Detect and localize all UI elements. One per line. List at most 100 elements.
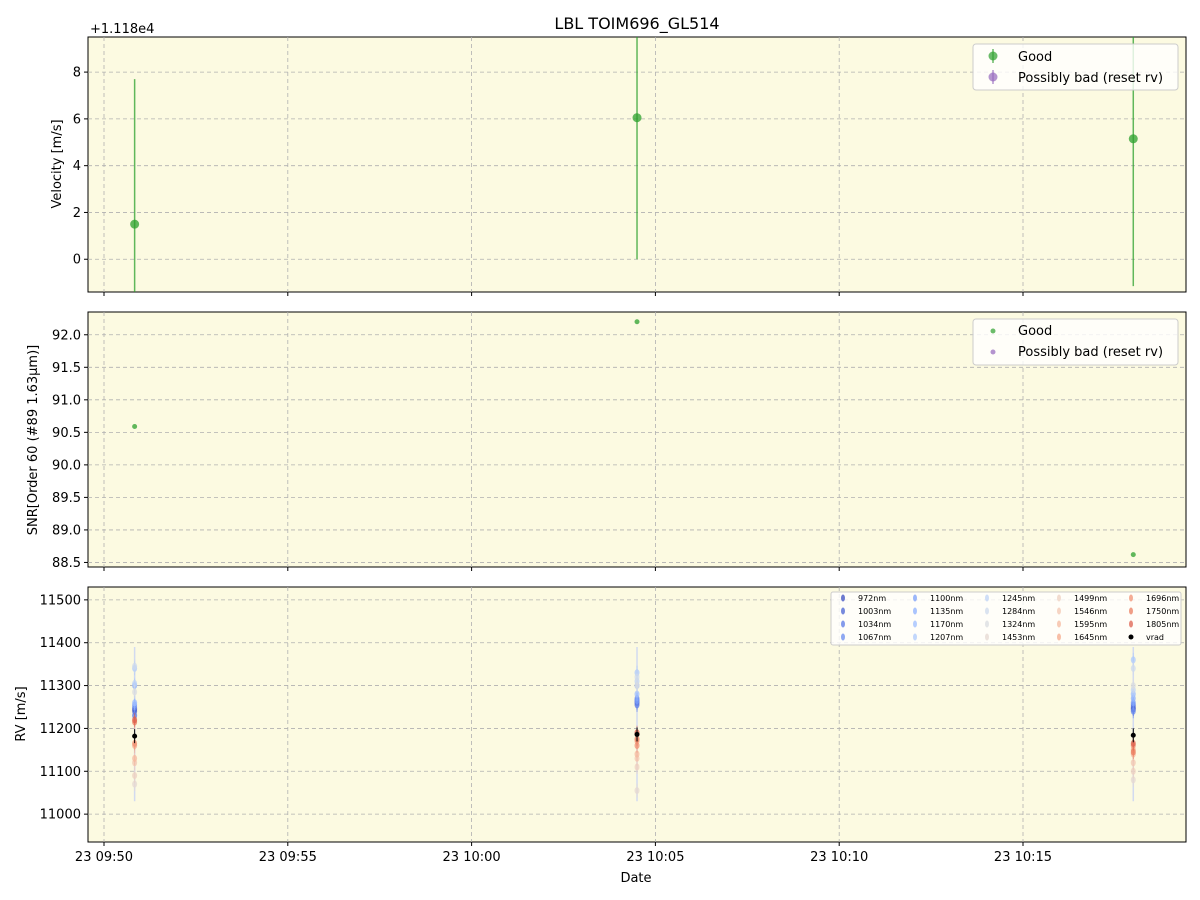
rv-legend-label: 1100nm [930, 594, 963, 603]
rv-legend-label: 1696nm [1146, 594, 1179, 603]
rv-band-point [634, 787, 640, 795]
rv-legend-label: 1170nm [930, 620, 963, 629]
rv-band-point [634, 682, 640, 690]
rv-legend-label: 1003nm [858, 607, 891, 616]
rv-legend-marker [913, 607, 917, 615]
rv-band-point [132, 688, 138, 696]
snr-point [132, 423, 138, 429]
velocity-panel: 0 2 4 6 8 +1.118e4 Velocity [m/s] Good Possi… [50, 22, 1187, 296]
rv-legend-marker [985, 594, 989, 602]
rv-legend-label: 1750nm [1146, 607, 1179, 616]
rv-legend-marker [1129, 594, 1133, 602]
rv-legend-label: 1645nm [1074, 633, 1107, 642]
rv-legend-marker [1057, 607, 1061, 615]
x-tick-label: 23 10:00 [443, 850, 501, 865]
snr-x-ticks [103, 567, 1024, 571]
rv-band-point [132, 699, 138, 707]
rv-vrad-point [132, 733, 138, 739]
velocity-point [1128, 134, 1138, 144]
rv-band-point [132, 716, 138, 724]
velocity-ylabel: Velocity [m/s] [50, 119, 65, 208]
rv-legend-label: 1135nm [930, 607, 963, 616]
x-tick-label: 23 10:15 [994, 850, 1052, 865]
rv-legend-marker [841, 607, 845, 615]
rv-panel: 110001110011200113001140011500 23 09:50 2… [14, 586, 1187, 886]
rv-legend: 972nm 1003nm 1034nm 1067nm 1100nm 1135nm 1170n… [830, 591, 1182, 646]
rv-band-point [1130, 682, 1136, 690]
y-tick-label: 8 [73, 66, 81, 81]
y-tick-label: 89.5 [52, 491, 81, 506]
x-axis-label: Date [620, 871, 651, 886]
rv-legend-label: 1499nm [1074, 594, 1107, 603]
y-tick-label: 89.0 [52, 523, 81, 538]
rv-legend-marker [985, 620, 989, 628]
y-tick-label: 2 [73, 206, 81, 221]
snr-ylabel: SNR[Order 60 (#89 1.63μm)] [26, 345, 41, 536]
rv-legend-label: 1067nm [858, 633, 891, 642]
rv-ylabel: RV [m/s] [14, 686, 29, 741]
velocity-offset-label: +1.118e4 [90, 22, 154, 37]
rv-legend-label: 1245nm [1002, 594, 1035, 603]
y-tick-label: 6 [73, 112, 81, 127]
rv-legend-marker [1057, 620, 1061, 628]
snr-point [634, 319, 640, 325]
velocity-point [632, 113, 642, 123]
y-tick-label: 11300 [40, 679, 81, 694]
rv-band-point [132, 772, 138, 780]
velocity-legend-bad-label: Possibly bad (reset rv) [1018, 71, 1163, 86]
rv-legend-label: 1546nm [1074, 607, 1107, 616]
y-tick-label: 11100 [40, 765, 81, 780]
snr-point [1130, 552, 1136, 558]
rv-legend-label: 1207nm [930, 633, 963, 642]
rv-legend-marker [1129, 607, 1133, 615]
x-tick-label: 23 09:50 [75, 850, 133, 865]
velocity-x-ticks [103, 292, 1024, 296]
velocity-legend: Good Possibly bad (reset rv) [972, 43, 1179, 91]
snr-legend-good-label: Good [1018, 324, 1052, 339]
rv-y-ticks: 11000 11100 11200 11300 11400 11500 [40, 593, 88, 823]
y-tick-label: 11200 [40, 722, 81, 737]
snr-legend-bad-label: Possibly bad (reset rv) [1018, 345, 1163, 360]
rv-vrad-point [1130, 732, 1136, 738]
snr-panel: 88.5 89.0 89.5 90.0 90.5 91.0 91.5 92.0 SNR[Ord… [26, 311, 1187, 571]
rv-band-point [1130, 664, 1136, 672]
rv-legend-label: vrad [1146, 633, 1164, 642]
rv-legend-marker [1057, 594, 1061, 602]
y-tick-label: 0 [73, 253, 81, 268]
rv-legend-label: 1805nm [1146, 620, 1179, 629]
velocity-legend-good-marker [988, 51, 998, 61]
x-tick-label: 23 09:55 [259, 850, 317, 865]
snr-legend-good-marker [990, 328, 996, 334]
rv-legend-marker [913, 594, 917, 602]
x-tick-label: 23 10:10 [810, 850, 868, 865]
rv-legend-label: 972nm [858, 594, 886, 603]
y-tick-label: 91.5 [52, 361, 81, 376]
rv-x-ticks: 23 09:50 23 09:55 23 10:00 23 10:05 23 10:10… [75, 842, 1052, 865]
rv-legend-marker [1128, 634, 1134, 640]
y-tick-label: 11000 [40, 808, 81, 823]
figure-title: LBL TOIM696_GL514 [554, 14, 719, 34]
y-tick-label: 88.5 [52, 556, 81, 571]
velocity-legend-good-label: Good [1018, 50, 1052, 65]
rv-vrad-point [634, 731, 640, 737]
y-tick-label: 4 [73, 159, 81, 174]
rv-band-point [132, 754, 138, 762]
rv-legend-label: 1595nm [1074, 620, 1107, 629]
figure: LBL TOIM696_GL514 0 2 4 6 8 +1.118e4 Velocit… [14, 14, 1187, 886]
rv-band-point [132, 662, 138, 670]
rv-legend-marker [913, 633, 917, 641]
y-tick-label: 11500 [40, 593, 81, 608]
rv-legend-label: 1324nm [1002, 620, 1035, 629]
y-tick-label: 91.0 [52, 393, 81, 408]
velocity-legend-bad-marker [988, 72, 998, 82]
snr-legend-bad-marker [990, 349, 996, 355]
rv-legend-marker [1057, 633, 1061, 641]
snr-legend: Good Possibly bad (reset rv) [972, 318, 1179, 366]
rv-legend-marker [1129, 620, 1133, 628]
rv-legend-label: 1453nm [1002, 633, 1035, 642]
rv-legend-marker [985, 633, 989, 641]
rv-legend-label: 1284nm [1002, 607, 1035, 616]
rv-legend-marker [985, 607, 989, 615]
rv-legend-marker [841, 594, 845, 602]
rv-legend-label: 1034nm [858, 620, 891, 629]
